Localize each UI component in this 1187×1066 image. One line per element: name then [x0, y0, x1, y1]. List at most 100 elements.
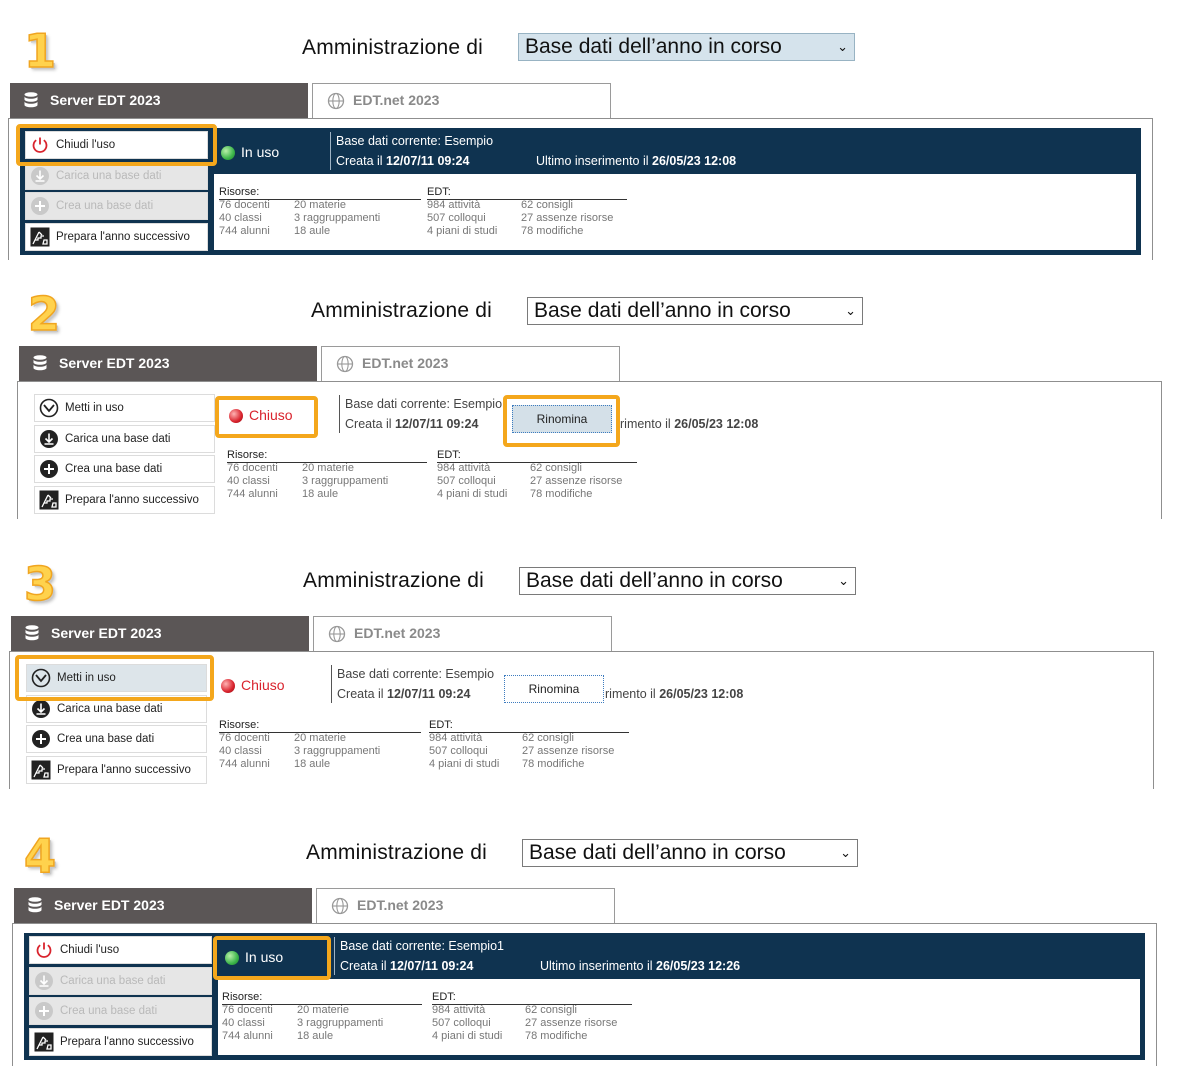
stat: 984 attività	[437, 462, 491, 474]
prepara-button[interactable]: Prepara l'anno successivo	[26, 756, 207, 784]
current-db-line: Base dati corrente: Esempio	[345, 397, 502, 411]
created-value: 12/07/11 09:24	[387, 687, 471, 701]
status-indicator: In uso	[221, 144, 279, 160]
separator	[339, 395, 340, 433]
rinomina-button[interactable]: Rinomina	[504, 675, 604, 703]
edt-col1: 984 attività 507 colloqui 4 piani di studi	[437, 462, 507, 501]
globe-icon	[327, 92, 345, 110]
tab-net[interactable]: EDT.net 2023	[316, 888, 615, 923]
stat: 4 piani di studi	[427, 225, 498, 237]
stat: 76 docenti	[227, 462, 278, 474]
stat: 984 attività	[429, 732, 483, 744]
created-label: Creata il	[340, 959, 387, 973]
tab-server[interactable]: Server EDT 2023	[11, 616, 309, 651]
button-label: Prepara l'anno successivo	[60, 1036, 194, 1048]
stat: 18 aule	[302, 488, 339, 500]
stat: 78 modifiche	[521, 225, 584, 237]
stat: 744 alunni	[219, 225, 270, 237]
risorse-col2: 20 materie 3 raggruppamenti 18 aule	[294, 199, 380, 238]
last-value: 26/05/23 12:08	[674, 417, 759, 431]
green-dot-icon	[221, 146, 235, 160]
chevron-down-icon: ⌄	[840, 845, 851, 860]
button-label: Carica una base dati	[57, 703, 163, 715]
stat: 3 raggruppamenti	[294, 745, 381, 757]
edt-col2: 62 consigli 27 assenze risorse 78 modifich…	[530, 462, 622, 501]
carica-button[interactable]: Carica una base dati	[25, 162, 208, 190]
tab-server[interactable]: Server EDT 2023	[14, 888, 312, 923]
db-name: Esempio	[445, 667, 495, 681]
created-value: 12/07/11 09:24	[395, 417, 479, 431]
select-value: Base dati dell’anno in corso	[534, 299, 791, 322]
chiudi-button[interactable]: Chiudi l'uso	[29, 936, 212, 964]
chevron-down-icon: ⌄	[837, 39, 848, 54]
tab-net[interactable]: EDT.net 2023	[321, 346, 620, 381]
risorse-label: Risorse:	[227, 449, 268, 461]
crea-button[interactable]: Crea una base dati	[25, 192, 208, 220]
tab-label: Server EDT 2023	[59, 355, 170, 371]
crea-button[interactable]: Crea una base dati	[26, 725, 207, 753]
database-select[interactable]: Base dati dell’anno in corso ⌄	[519, 567, 856, 595]
tab-server[interactable]: Server EDT 2023	[10, 83, 308, 118]
separator	[330, 132, 331, 170]
download-icon	[35, 972, 53, 990]
step-number: 2	[27, 287, 61, 341]
created-value: 12/07/11 09:24	[390, 959, 474, 973]
stat: 27 assenze risorse	[522, 745, 615, 757]
prepara-button[interactable]: Prepara l'anno successivo	[29, 1028, 212, 1056]
button-label: Metti in uso	[57, 672, 116, 684]
tab-server[interactable]: Server EDT 2023	[19, 346, 317, 381]
carica-button[interactable]: Carica una base dati	[29, 967, 212, 995]
crea-button[interactable]: Crea una base dati	[34, 455, 215, 483]
admin-label: Amministrazione di	[302, 36, 483, 59]
last-insert-line: rimento il 26/05/23 12:08	[620, 417, 758, 431]
metti-button[interactable]: Metti in uso	[26, 664, 207, 692]
current-label: Base dati corrente:	[336, 134, 441, 148]
stat: 62 consigli	[522, 732, 574, 744]
database-select[interactable]: Base dati dell’anno in corso ⌄	[527, 297, 863, 325]
chiudi-button[interactable]: Chiudi l'uso	[25, 131, 208, 159]
stat: 3 raggruppamenti	[294, 212, 381, 224]
plus-circle-icon	[35, 1002, 53, 1020]
stat: 984 attività	[432, 1004, 486, 1016]
chevron-down-icon: ⌄	[838, 573, 849, 588]
tab-label: Server EDT 2023	[50, 92, 161, 108]
stat: 76 docenti	[219, 199, 270, 211]
metti-button[interactable]: Metti in uso	[34, 394, 215, 422]
tab-net[interactable]: EDT.net 2023	[312, 83, 611, 118]
database-select[interactable]: Base dati dell’anno in corso ⌄	[522, 839, 858, 867]
carica-button[interactable]: Carica una base dati	[26, 695, 207, 723]
check-circle-icon	[39, 398, 59, 418]
status-indicator: Chiuso	[221, 677, 285, 693]
stat: 40 classi	[227, 475, 270, 487]
stat: 76 docenti	[222, 1004, 273, 1016]
stats-block: Risorse: EDT: 76 docenti 40 classi 744 alu…	[219, 186, 639, 246]
rinomina-button[interactable]: Rinomina	[512, 405, 612, 433]
last-value: 26/05/23 12:08	[659, 687, 744, 701]
prepara-button[interactable]: Prepara l'anno successivo	[34, 486, 215, 514]
edt-label: EDT:	[432, 991, 456, 1003]
select-value: Base dati dell’anno in corso	[529, 841, 786, 864]
database-select[interactable]: Base dati dell’anno in corso ⌄	[518, 33, 855, 61]
created-label: Creata il	[345, 417, 392, 431]
stat: 20 materie	[294, 199, 346, 211]
prepara-button[interactable]: Prepara l'anno successivo	[25, 223, 208, 251]
stat: 78 modifiche	[525, 1030, 588, 1042]
stairs-icon	[31, 760, 51, 780]
current-db-line: Base dati corrente: Esempio	[337, 667, 494, 681]
database-icon	[24, 92, 38, 108]
admin-label: Amministrazione di	[303, 569, 484, 592]
last-label: Ultimo inserimento il	[540, 959, 653, 973]
crea-button[interactable]: Crea una base dati	[29, 997, 212, 1025]
button-label: Carica una base dati	[60, 975, 166, 987]
status-indicator: In uso	[225, 949, 283, 965]
stat: 744 alunni	[227, 488, 278, 500]
chevron-down-icon: ⌄	[845, 303, 856, 318]
stat: 4 piani di studi	[432, 1030, 503, 1042]
tab-net[interactable]: EDT.net 2023	[313, 616, 612, 651]
carica-button[interactable]: Carica una base dati	[34, 425, 215, 453]
risorse-col1: 76 docenti 40 classi 744 alunni	[227, 462, 278, 501]
stairs-icon	[39, 490, 59, 510]
stat: 744 alunni	[222, 1030, 273, 1042]
stat: 18 aule	[297, 1030, 334, 1042]
tab-label: Server EDT 2023	[51, 625, 162, 641]
